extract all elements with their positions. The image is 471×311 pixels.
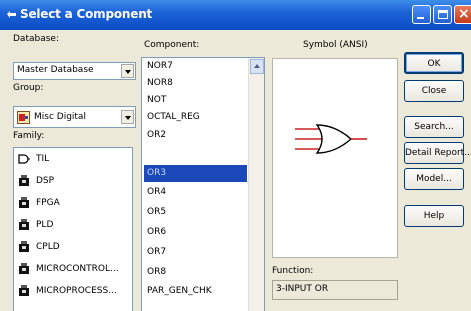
function-label: Function: — [272, 266, 314, 276]
component-item[interactable]: OCTAL_REG — [144, 109, 247, 126]
component-item[interactable]: OR5 — [144, 204, 247, 221]
search-button[interactable]: Search... — [404, 116, 464, 138]
ok-button-label: OK — [427, 59, 441, 69]
family-item-label: PLD — [36, 220, 54, 230]
component-item[interactable]: OR8 — [144, 264, 247, 281]
group-label: Group: — [13, 83, 44, 93]
select-component-dialog: Select a Component × Database: Master Da… — [0, 0, 471, 311]
family-item-microprocessor[interactable]: MICROPROCESS... — [18, 281, 132, 301]
chip-icon — [19, 285, 29, 296]
app-icon — [7, 11, 16, 18]
chip-icon — [19, 175, 29, 186]
family-item-label: FPGA — [36, 198, 60, 208]
component-item-selected[interactable]: OR3 — [144, 165, 247, 182]
close-icon: × — [458, 6, 470, 22]
component-scrollbar[interactable] — [248, 58, 264, 311]
detail-report-button-label: Detail Report... — [405, 148, 471, 158]
minimize-button[interactable] — [412, 5, 431, 24]
chip-icon — [19, 241, 29, 252]
component-item-label: OR6 — [147, 227, 167, 237]
title-bar[interactable]: Select a Component × — [0, 0, 471, 30]
maximize-button[interactable] — [433, 5, 452, 24]
scroll-up-button[interactable] — [250, 59, 264, 74]
family-label: Family: — [13, 131, 45, 141]
chevron-up-icon — [254, 64, 260, 68]
group-dropdown-button[interactable] — [121, 110, 134, 124]
chevron-down-icon — [125, 116, 131, 120]
family-item-fpga[interactable]: FPGA — [18, 193, 132, 213]
database-label: Database: — [13, 34, 59, 44]
ok-button[interactable]: OK — [404, 52, 464, 74]
family-item-label: DSP — [36, 176, 55, 186]
component-item[interactable]: OR7 — [144, 244, 247, 261]
help-button-label: Help — [423, 211, 445, 221]
component-item[interactable]: OR4 — [144, 184, 247, 201]
misc-digital-icon — [17, 111, 30, 124]
family-item-label: MICROCONTROL... — [36, 264, 119, 274]
symbol-preview — [272, 58, 398, 258]
family-item-label: CPLD — [36, 242, 60, 252]
database-value: Master Database — [17, 65, 94, 75]
group-value: Misc Digital — [34, 112, 86, 122]
component-item-label: OR8 — [147, 267, 167, 277]
group-select[interactable]: Misc Digital — [13, 106, 136, 128]
family-item-ttl[interactable]: TIL — [18, 149, 132, 169]
detail-report-button[interactable]: Detail Report... — [404, 142, 471, 164]
chevron-down-icon — [125, 70, 131, 74]
component-item-label: OR2 — [147, 130, 167, 140]
component-item-label: OR4 — [147, 187, 167, 197]
help-button[interactable]: Help — [404, 205, 464, 227]
component-item[interactable]: OR2 — [144, 127, 247, 144]
family-item-dsp[interactable]: DSP — [18, 171, 132, 191]
component-item-label: OCTAL_REG — [147, 112, 200, 122]
ttl-icon — [18, 154, 30, 164]
component-label: Component: — [144, 40, 200, 50]
component-item-label: NOR8 — [147, 78, 173, 88]
close-button[interactable]: Close — [404, 80, 464, 102]
function-value: 3-INPUT OR — [276, 284, 329, 294]
close-window-button[interactable]: × — [454, 5, 471, 24]
search-button-label: Search... — [414, 122, 454, 132]
family-item-pld[interactable]: PLD — [18, 215, 132, 235]
symbol-label: Symbol (ANSI) — [303, 40, 368, 50]
family-item-label: MICROPROCESS... — [36, 286, 117, 296]
component-item[interactable]: NOR7 — [144, 58, 247, 75]
component-item[interactable]: NOT — [144, 92, 247, 109]
model-button[interactable]: Model... — [404, 168, 464, 190]
component-item[interactable]: OR6 — [144, 224, 247, 241]
component-list[interactable]: NOR7 NOR8 NOT OCTAL_REG OR2 OR3 OR4 OR5 … — [141, 57, 265, 311]
chip-icon — [19, 219, 29, 230]
model-button-label: Model... — [416, 174, 452, 184]
function-field: 3-INPUT OR — [272, 280, 398, 300]
or-gate-icon — [295, 124, 367, 154]
family-item-microcontroller[interactable]: MICROCONTROL... — [18, 259, 132, 279]
component-item-label: NOT — [147, 95, 167, 105]
database-select[interactable]: Master Database — [13, 62, 136, 80]
database-dropdown-button[interactable] — [121, 64, 134, 78]
component-item-label: NOR7 — [147, 61, 173, 71]
family-list[interactable]: TIL DSP FPGA PLD CPLD MICROCONTROL... MI… — [13, 147, 133, 311]
minimize-icon — [417, 17, 424, 19]
chip-icon — [19, 197, 29, 208]
family-item-cpld[interactable]: CPLD — [18, 237, 132, 257]
chip-icon — [19, 263, 29, 274]
component-item-label: OR7 — [147, 247, 167, 257]
maximize-icon — [438, 10, 448, 19]
component-item-label: PAR_GEN_CHK — [147, 286, 212, 296]
component-item[interactable]: NOR8 — [144, 75, 247, 92]
component-item[interactable]: PAR_GEN_CHK — [144, 283, 247, 300]
window-title: Select a Component — [20, 7, 153, 21]
close-button-label: Close — [421, 86, 447, 96]
component-item-label: OR5 — [147, 207, 167, 217]
family-item-label: TIL — [36, 154, 50, 164]
component-item-label: OR3 — [147, 168, 167, 178]
